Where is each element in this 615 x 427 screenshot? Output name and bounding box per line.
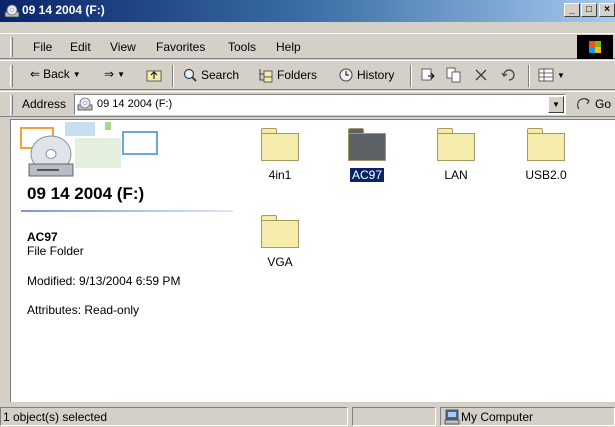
views-dropdown-icon[interactable]: ▼ xyxy=(557,71,565,80)
status-panel-blank xyxy=(352,407,436,426)
menu-help[interactable]: Help xyxy=(276,40,301,54)
undo-button[interactable] xyxy=(500,67,516,83)
title-bar[interactable]: 09 14 2004 (F:) _ □ × xyxy=(0,0,615,22)
forward-dropdown-icon[interactable]: ▼ xyxy=(117,70,125,79)
selected-item-type: File Folder xyxy=(27,244,84,258)
close-button[interactable]: × xyxy=(599,3,615,17)
folders-icon xyxy=(259,69,273,83)
back-label: Back xyxy=(43,67,70,81)
folders-label: Folders xyxy=(277,68,318,82)
views-button[interactable]: ▼ xyxy=(538,67,565,83)
go-arrow-icon xyxy=(577,98,590,110)
standard-toolbar: ⇐ Back ▼ ⇒ ▼ Search Folders History ▼ xyxy=(0,60,615,90)
status-panel-zone: My Computer xyxy=(440,407,615,426)
my-computer-icon xyxy=(444,409,460,425)
folder-label: LAN xyxy=(444,168,468,182)
menu-bar: File Edit View Favorites Tools Help xyxy=(0,33,615,59)
minimize-button[interactable]: _ xyxy=(564,3,580,17)
up-folder-icon xyxy=(146,70,162,82)
search-label: Search xyxy=(201,68,240,82)
selected-item-modified: Modified: 9/13/2004 6:59 PM xyxy=(27,274,181,288)
delete-button[interactable] xyxy=(473,67,489,83)
go-label: Go xyxy=(595,97,612,111)
selected-item-attributes: Attributes: Read-only xyxy=(27,303,140,317)
folder-item[interactable]: 4in1 xyxy=(245,128,315,182)
views-icon xyxy=(538,68,554,82)
address-label: Address xyxy=(22,97,67,111)
cd-drive-icon xyxy=(77,97,93,111)
toolbar-grip[interactable] xyxy=(10,95,13,115)
folder-label: 4in1 xyxy=(268,168,292,182)
folder-label: VGA xyxy=(267,255,293,269)
address-value: 09 14 2004 (F:) xyxy=(97,98,173,110)
cd-drive-banner-icon xyxy=(20,122,158,177)
back-dropdown-icon[interactable]: ▼ xyxy=(73,70,81,79)
folder-label: USB2.0 xyxy=(525,168,567,182)
search-button[interactable]: Search xyxy=(182,67,239,83)
history-button[interactable]: History xyxy=(338,67,394,83)
back-arrow-icon: ⇐ xyxy=(30,67,41,81)
folder-icon xyxy=(527,128,565,161)
copy-to-icon xyxy=(446,67,461,83)
toolbar-grip[interactable] xyxy=(10,65,13,87)
address-bar: Address 09 14 2004 (F:) ▼ Go xyxy=(0,91,615,117)
window-title: 09 14 2004 (F:) xyxy=(22,3,105,17)
folder-view[interactable]: 09 14 2004 (F:) AC97 File Folder Modifie… xyxy=(10,119,615,402)
copy-to-button[interactable] xyxy=(446,67,462,83)
address-dropdown-icon[interactable]: ▼ xyxy=(548,96,564,113)
folder-icon xyxy=(437,128,475,161)
toolbar-grip[interactable] xyxy=(10,37,13,57)
folder-item[interactable]: USB2.0 xyxy=(511,128,581,182)
folder-label: AC97 xyxy=(349,168,385,182)
history-label: History xyxy=(357,68,395,82)
maximize-button[interactable]: □ xyxy=(581,3,597,17)
selected-item-name: AC97 xyxy=(27,230,58,244)
undo-icon xyxy=(501,69,515,81)
up-folder-button[interactable] xyxy=(146,67,162,83)
folder-item[interactable]: LAN xyxy=(421,128,491,182)
forward-button[interactable]: ⇒ ▼ xyxy=(104,67,125,81)
history-icon xyxy=(339,68,353,82)
cd-drive-icon xyxy=(4,4,20,18)
details-pane: 09 14 2004 (F:) AC97 File Folder Modifie… xyxy=(11,120,241,403)
menu-edit[interactable]: Edit xyxy=(70,40,91,54)
title-divider xyxy=(21,210,233,212)
move-to-button[interactable] xyxy=(420,67,436,83)
menu-file[interactable]: File xyxy=(33,40,52,54)
folder-item[interactable]: AC97 xyxy=(332,128,402,182)
menu-favorites[interactable]: Favorites xyxy=(156,40,205,54)
status-panel-selection: 1 object(s) selected xyxy=(0,407,348,426)
delete-icon xyxy=(475,69,487,81)
menu-view[interactable]: View xyxy=(110,40,136,54)
folder-icon xyxy=(261,215,299,248)
address-input[interactable]: 09 14 2004 (F:) ▼ xyxy=(74,94,566,115)
search-icon xyxy=(183,68,197,82)
status-bar: 1 object(s) selected My Computer xyxy=(0,405,615,427)
menu-tools[interactable]: Tools xyxy=(228,40,256,54)
folder-item[interactable]: VGA xyxy=(245,215,315,269)
move-to-icon xyxy=(421,68,435,81)
status-selection-text: 1 object(s) selected xyxy=(3,410,108,424)
forward-arrow-icon: ⇒ xyxy=(104,67,115,81)
folder-icon xyxy=(261,128,299,161)
back-button[interactable]: ⇐ Back ▼ xyxy=(30,67,81,81)
windows-logo-icon xyxy=(577,35,613,59)
status-zone-text: My Computer xyxy=(461,410,534,424)
folder-icon xyxy=(348,128,386,161)
folders-button[interactable]: Folders xyxy=(258,67,317,83)
drive-title: 09 14 2004 (F:) xyxy=(27,184,145,203)
go-button[interactable]: Go xyxy=(576,96,611,112)
